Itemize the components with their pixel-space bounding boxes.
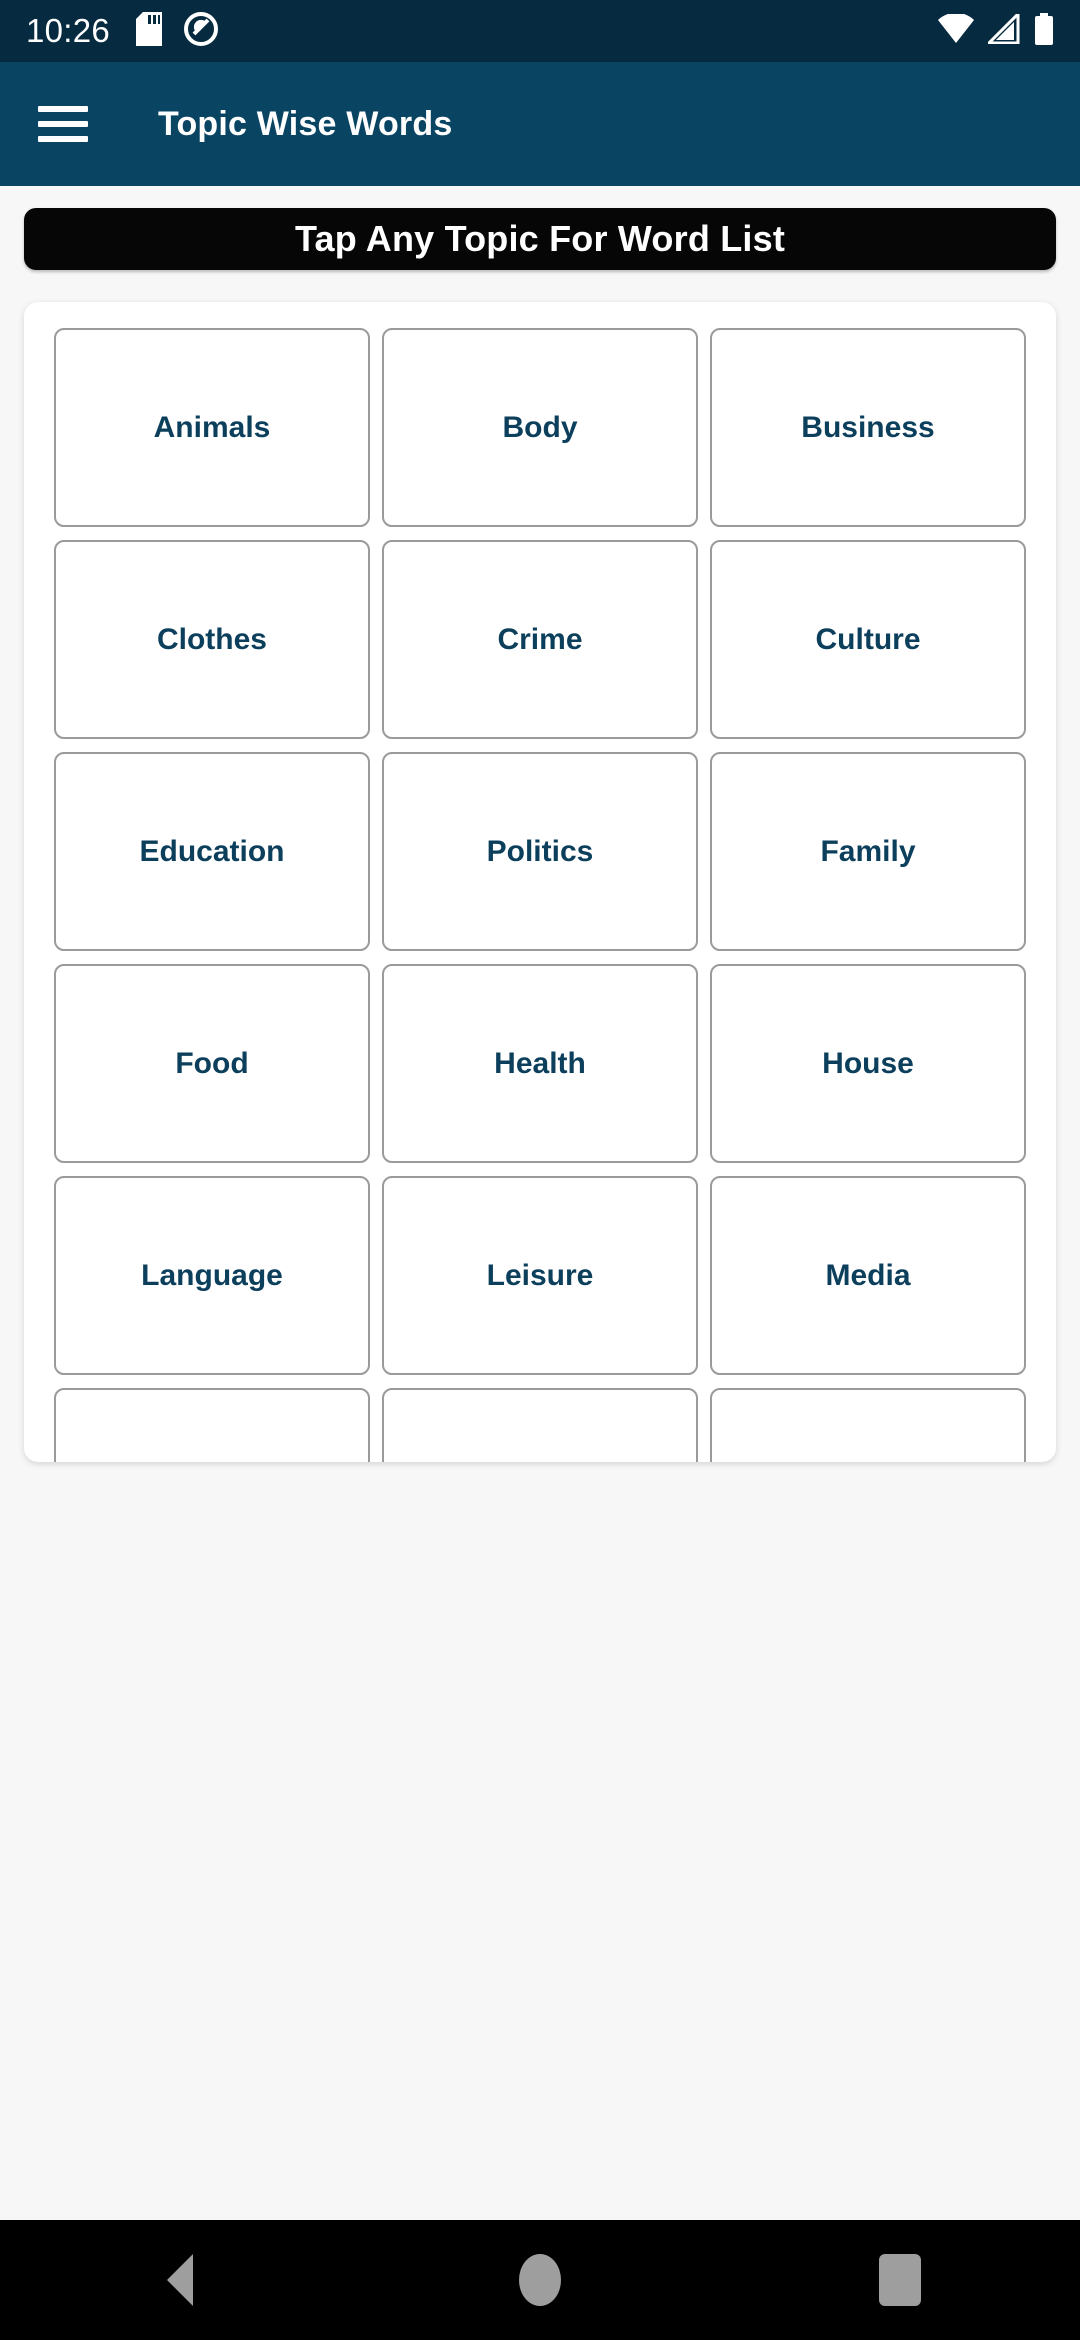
topic-card-label: Health [494, 1046, 586, 1080]
hamburger-line [38, 121, 88, 127]
back-button[interactable] [120, 2220, 240, 2340]
topic-card[interactable]: Clothes [54, 540, 370, 739]
hamburger-line [38, 136, 88, 142]
topic-card[interactable]: Culture [710, 540, 1026, 739]
square-recents-icon [879, 2254, 921, 2306]
topic-card-label: House [822, 1046, 914, 1080]
topic-card-label: Animals [153, 410, 271, 444]
cellular-signal-icon [985, 9, 1020, 49]
topic-card-label: Language [141, 1258, 283, 1292]
topic-card[interactable]: Leisure [382, 1176, 698, 1375]
topic-card-label: Education [139, 834, 285, 868]
system-navigation-bar [0, 2220, 1080, 2340]
topic-card[interactable]: Food [54, 964, 370, 1163]
topic-card[interactable] [382, 1388, 698, 1462]
topic-card[interactable]: Education [54, 752, 370, 951]
topic-card[interactable]: Animals [54, 328, 370, 527]
status-bar-left-icons [136, 11, 219, 51]
instruction-banner: Tap Any Topic For Word List [24, 208, 1056, 270]
page-title: Topic Wise Words [158, 104, 453, 143]
topic-card-label: Media [825, 1258, 911, 1292]
hamburger-menu-icon[interactable] [38, 106, 88, 142]
status-bar-clock: 10:26 [26, 12, 111, 49]
status-bar-right-icons [938, 9, 1054, 50]
topic-card[interactable]: Media [710, 1176, 1026, 1375]
sd-card-icon [136, 11, 163, 51]
topic-card-label: Leisure [486, 1258, 594, 1292]
home-button[interactable] [480, 2220, 600, 2340]
topic-card[interactable]: Family [710, 752, 1026, 951]
status-bar: 10:26 [0, 0, 1080, 62]
topic-card-label: Culture [815, 622, 921, 656]
topic-card[interactable]: Crime [382, 540, 698, 739]
circle-home-icon [519, 2254, 561, 2306]
topic-card[interactable] [54, 1388, 370, 1462]
do-not-disturb-icon [184, 11, 219, 51]
topics-panel: Animals Body Business Clothes Crime Culture Ed… [24, 302, 1056, 1462]
recents-button[interactable] [840, 2220, 960, 2340]
topic-card[interactable]: House [710, 964, 1026, 1163]
topic-card-label: Clothes [156, 622, 267, 656]
topics-grid: Animals Body Business Clothes Crime Culture Ed… [54, 328, 1026, 1462]
app-screen: 10:26 Topic Wise Words Tap Any Topic For… [0, 0, 1080, 2340]
hamburger-line [38, 106, 88, 112]
topic-card[interactable]: Health [382, 964, 698, 1163]
topic-card[interactable]: Body [382, 328, 698, 527]
app-bar: Topic Wise Words [0, 62, 1080, 186]
topic-card[interactable]: Business [710, 328, 1026, 527]
instruction-banner-text: Tap Any Topic For Word List [294, 218, 786, 259]
topic-card[interactable]: Language [54, 1176, 370, 1375]
topic-card-label: Family [820, 834, 916, 868]
topic-card-label: Business [801, 410, 935, 444]
topic-card-label: Food [175, 1046, 249, 1080]
topic-card-label: Body [502, 410, 578, 444]
topic-card[interactable] [710, 1388, 1026, 1462]
topic-card-label: Crime [497, 622, 583, 656]
battery-icon [1034, 12, 1054, 50]
topic-card-label: Politics [486, 834, 594, 868]
triangle-back-icon [167, 2254, 193, 2306]
wifi-icon [938, 12, 974, 49]
main-content: Tap Any Topic For Word List Animals Body B… [0, 186, 1080, 2160]
topic-card[interactable]: Politics [382, 752, 698, 951]
